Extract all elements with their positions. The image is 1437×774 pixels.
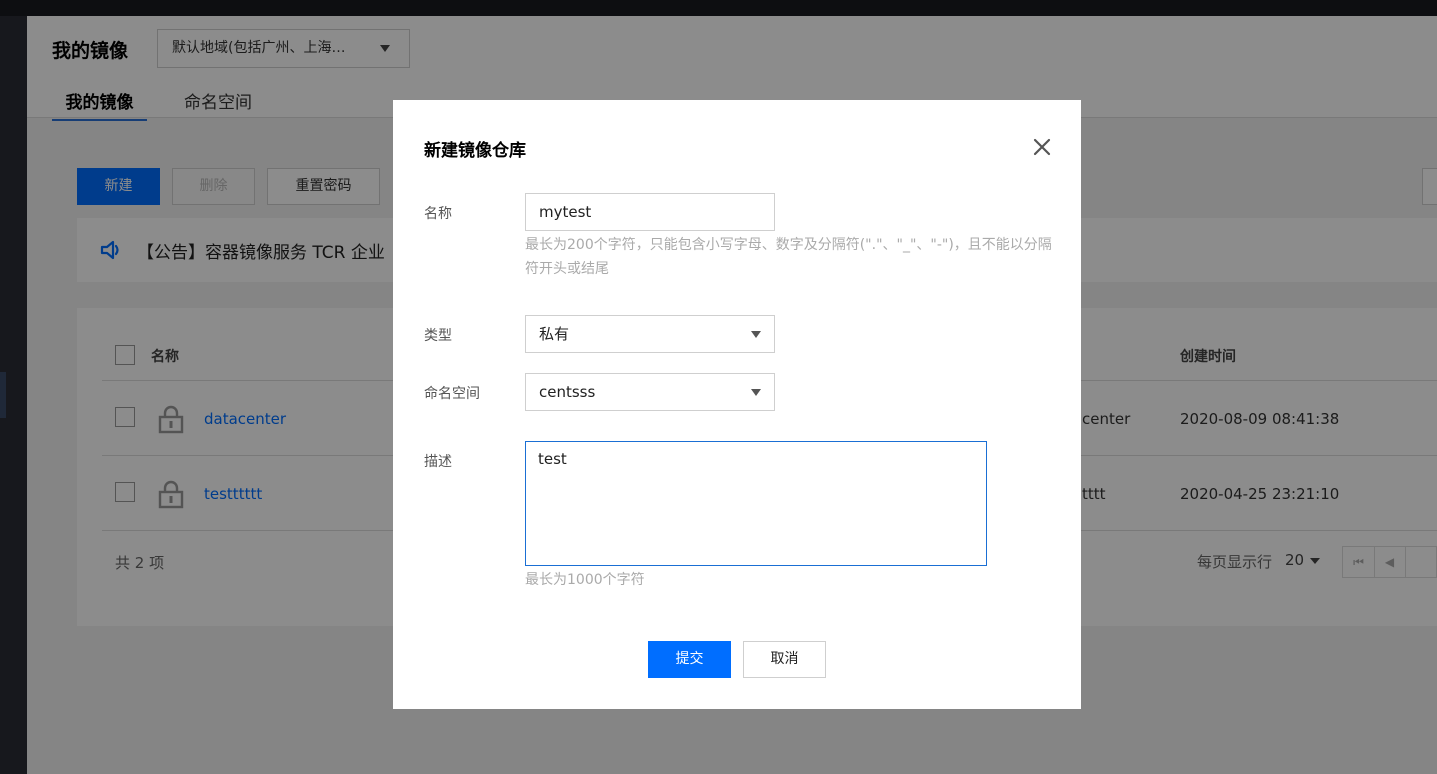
namespace-select-value: centsss [539, 383, 596, 401]
type-select[interactable]: 私有 [525, 315, 775, 353]
description-hint: 最长为1000个字符 [525, 572, 645, 588]
name-input[interactable]: mytest [525, 193, 775, 231]
namespace-select[interactable]: centsss [525, 373, 775, 411]
create-repository-dialog: 新建镜像仓库 名称 mytest 最长为200个字符，只能包含小写字母、数字及分… [393, 100, 1081, 709]
description-textarea[interactable]: test [525, 441, 987, 566]
name-label: 名称 [424, 206, 452, 222]
chevron-down-icon [751, 331, 761, 338]
type-select-value: 私有 [539, 325, 570, 343]
cancel-button[interactable]: 取消 [743, 641, 826, 678]
name-hint: 最长为200个字符，只能包含小写字母、数字及分隔符("."、"_"、"-")，且… [525, 237, 1052, 277]
dialog-title: 新建镜像仓库 [424, 141, 526, 161]
type-label: 类型 [424, 328, 452, 344]
description-label: 描述 [424, 454, 452, 470]
submit-button[interactable]: 提交 [648, 641, 731, 678]
chevron-down-icon [751, 389, 761, 396]
close-icon[interactable] [1031, 136, 1053, 158]
namespace-label: 命名空间 [424, 386, 480, 402]
